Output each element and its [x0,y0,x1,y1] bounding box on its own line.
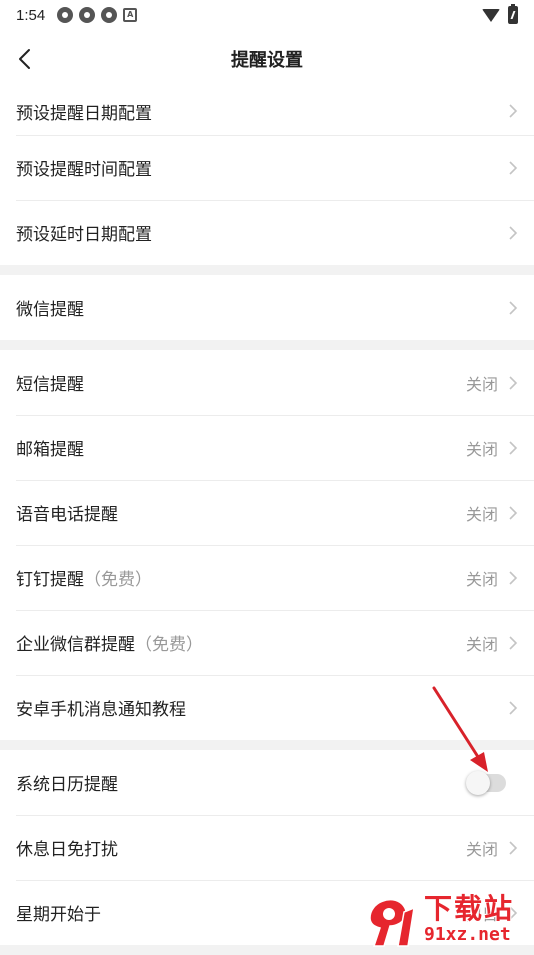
status-notification-icons: A [57,7,138,23]
app-icon [79,7,96,23]
row-value: 关闭 [465,839,498,859]
chevron-left-icon[interactable] [14,46,36,72]
chevron-right-icon [509,840,518,855]
page-title: 提醒设置 [231,49,303,71]
status-time: 1:54 [16,6,46,24]
watermark: 下载站 91xz.net [362,888,534,950]
row-label: 语音电话提醒 [16,505,118,525]
row-label: 安卓手机消息通知教程 [16,700,186,720]
row-label: 预设提醒时间配置 [16,160,152,180]
settings-row-wecom-group[interactable]: 企业微信群提醒（免费） 关闭 [0,610,534,675]
row-label-note: （免费） [135,635,203,655]
settings-row-preset-date[interactable]: 预设提醒日期配置 [0,87,534,135]
settings-group-wechat: 微信提醒 [0,275,534,340]
chevron-right-icon [509,375,518,390]
chevron-right-icon [509,160,518,175]
row-value: 关闭 [465,504,498,524]
system-calendar-toggle[interactable] [466,770,506,795]
settings-row-preset-delay[interactable]: 预设延时日期配置 [0,200,534,265]
settings-row-wechat[interactable]: 微信提醒 [0,275,534,340]
row-label-note: （免费） [84,570,152,590]
status-system-icons [482,4,518,24]
battery-icon [508,4,518,24]
watermark-logo-icon [369,898,415,947]
watermark-url: 91xz.net [424,923,511,945]
row-label: 短信提醒 [16,375,84,395]
status-bar: 1:54 A [0,0,534,30]
row-label: 休息日免打扰 [16,840,118,860]
row-label-main: 钉钉提醒 [16,570,84,590]
row-label: 微信提醒 [16,300,84,320]
settings-list: 预设提醒日期配置 预设提醒时间配置 预设延时日期配置 微信提醒 短信提醒 关闭 … [0,87,534,955]
app-icon [57,7,74,23]
row-label: 钉钉提醒（免费） [16,565,152,590]
row-label: 预设提醒日期配置 [16,103,152,124]
row-value: 关闭 [465,569,498,589]
row-label: 预设延时日期配置 [16,225,152,245]
settings-row-android-tutorial[interactable]: 安卓手机消息通知教程 [0,675,534,740]
chevron-right-icon [509,440,518,455]
settings-row-sms[interactable]: 短信提醒 关闭 [0,350,534,415]
a-icon: A [123,8,138,22]
chevron-right-icon [509,104,518,118]
app-icon [101,7,118,23]
settings-row-email[interactable]: 邮箱提醒 关闭 [0,415,534,480]
chevron-right-icon [509,225,518,240]
row-label: 星期开始于 [16,905,101,925]
chevron-right-icon [509,635,518,650]
row-label: 系统日历提醒 [16,775,118,795]
row-label-main: 企业微信群提醒 [16,635,135,655]
settings-group-presets: 预设提醒日期配置 预设提醒时间配置 预设延时日期配置 [0,87,534,265]
chevron-right-icon [509,570,518,585]
top-navigation-bar: 提醒设置 [0,30,534,87]
chevron-right-icon [509,700,518,715]
settings-group-channels: 短信提醒 关闭 邮箱提醒 关闭 语音电话提醒 关闭 钉钉提醒（免费） 关闭 企业… [0,350,534,740]
settings-row-system-calendar: 系统日历提醒 [0,750,534,815]
row-label: 企业微信群提醒（免费） [16,630,203,655]
settings-row-dingtalk[interactable]: 钉钉提醒（免费） 关闭 [0,545,534,610]
settings-row-preset-time[interactable]: 预设提醒时间配置 [0,135,534,200]
wifi-icon [482,8,500,22]
chevron-right-icon [509,300,518,315]
row-label: 邮箱提醒 [16,440,84,460]
chevron-right-icon [509,505,518,520]
row-value: 关闭 [465,374,498,394]
settings-row-holiday-dnd[interactable]: 休息日免打扰 关闭 [0,815,534,880]
settings-row-voice-call[interactable]: 语音电话提醒 关闭 [0,480,534,545]
watermark-brand: 下载站 [424,891,515,925]
toggle-knob [466,770,490,795]
row-value: 关闭 [465,439,498,459]
row-value: 关闭 [465,634,498,654]
